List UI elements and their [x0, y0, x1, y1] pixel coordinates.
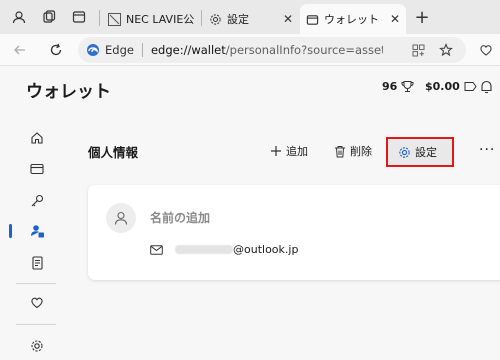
home-icon: [31, 132, 43, 144]
brand-label: Edge: [105, 43, 134, 57]
url-path: /personalInfo?source=assetsSetting...: [225, 43, 383, 57]
gear-icon: [31, 340, 43, 352]
person-card-icon: [30, 224, 44, 237]
new-tab-button[interactable]: +: [409, 5, 435, 29]
gear-icon: [399, 146, 410, 158]
bell-icon: [481, 80, 492, 94]
add-button[interactable]: 追加: [270, 140, 308, 162]
tab-label: NEC LAVIE公: [126, 13, 195, 26]
plus-icon: [271, 146, 281, 156]
refresh-button[interactable]: [44, 38, 68, 62]
refresh-icon: [50, 43, 62, 56]
address-bar[interactable]: Edge edge://wallet/personalInfo?source=a…: [78, 37, 466, 63]
wallet-sidebar: [0, 113, 72, 360]
trophy-icon: [401, 81, 414, 92]
sidebar-item-personal-info[interactable]: [26, 220, 48, 242]
heart-pulse-icon: [480, 45, 492, 56]
email-domain: @outlook.jp: [233, 243, 299, 256]
cash-value: $0.00: [425, 80, 460, 93]
tab-label: ウォレット: [324, 13, 379, 26]
arrow-left-icon: [14, 45, 25, 55]
email-row: @outlook.jp: [150, 243, 298, 256]
tab-label: 設定: [227, 13, 249, 26]
sidebar-item-home[interactable]: [26, 127, 48, 149]
receipt-icon: [31, 256, 43, 270]
close-tab-icon[interactable]: ✕: [390, 12, 400, 26]
browser-essentials-button[interactable]: [474, 38, 498, 62]
add-label: 追加: [286, 145, 308, 158]
tab-actions-icon: [72, 11, 86, 23]
tab-strip: NEC LAVIE公 設定 ✕ ウォレット ✕ +: [0, 0, 500, 34]
trash-icon: [335, 145, 345, 157]
key-icon: [31, 194, 44, 207]
redacted-email-user: [175, 245, 233, 254]
address-url: edge://wallet/personalInfo?source=assets…: [151, 43, 383, 57]
delete-button[interactable]: 削除: [334, 140, 372, 162]
workspaces-icon: [43, 10, 56, 23]
rewards-points[interactable]: 96: [382, 80, 414, 93]
sidebar-item-settings[interactable]: [26, 335, 48, 357]
notifications-button[interactable]: [480, 79, 493, 98]
url-host: edge://wallet: [150, 43, 226, 57]
active-indicator: [9, 224, 12, 238]
tab-separator: [201, 10, 202, 26]
tab-settings[interactable]: 設定 ✕: [203, 4, 299, 34]
sidebar-item-receipts[interactable]: [26, 252, 48, 274]
tab-actions-button[interactable]: [66, 5, 92, 29]
wallet-icon: [306, 14, 319, 25]
tab-wallet[interactable]: ウォレット ✕: [300, 4, 406, 34]
edge-logo-icon: [87, 44, 99, 56]
add-name-label[interactable]: 名前の追加: [150, 209, 210, 226]
page-title: ウォレット: [26, 82, 111, 102]
points-value: 96: [382, 80, 398, 93]
sidebar-item-passwords[interactable]: [26, 190, 48, 212]
workspaces-button[interactable]: [36, 5, 62, 29]
edge-brand: Edge: [86, 43, 134, 57]
settings-label: 設定: [415, 146, 437, 159]
wallet-header: ウォレット 96 $0.00: [0, 67, 500, 113]
personal-info-card[interactable]: 名前の追加 @outlook.jp: [88, 185, 500, 280]
app-grid-icon: [412, 44, 424, 56]
sidebar-divider: [16, 324, 56, 325]
sidebar-item-payment-methods[interactable]: [26, 158, 48, 180]
heart-icon: [31, 297, 43, 308]
sidebar-divider: [16, 283, 56, 284]
settings-button[interactable]: 設定: [398, 141, 437, 163]
profile-button[interactable]: [6, 5, 32, 29]
delete-label: 削除: [350, 145, 372, 158]
rebates-balance[interactable]: $0.00: [425, 80, 477, 93]
tab-separator: [99, 10, 100, 26]
avatar: [106, 203, 136, 233]
gear-icon: [210, 13, 221, 25]
close-tab-icon[interactable]: ✕: [283, 12, 293, 26]
sidebar-item-donations[interactable]: [26, 291, 48, 313]
person-icon: [114, 211, 128, 225]
address-separator: [141, 43, 143, 57]
apps-button[interactable]: [410, 42, 426, 58]
mail-icon: [150, 244, 163, 255]
more-options-button[interactable]: ···: [479, 142, 495, 158]
section-title: 個人情報: [88, 145, 139, 160]
back-button[interactable]: [8, 38, 32, 62]
profile-icon: [12, 11, 26, 24]
credit-card-icon: [30, 163, 44, 175]
star-icon: [439, 43, 453, 57]
tab-nec-lavie[interactable]: NEC LAVIE公: [102, 4, 202, 34]
tag-icon: [464, 82, 477, 91]
favorite-button[interactable]: [438, 42, 454, 58]
page-favicon-icon: [108, 12, 121, 26]
navigation-bar: Edge edge://wallet/personalInfo?source=a…: [0, 34, 500, 66]
